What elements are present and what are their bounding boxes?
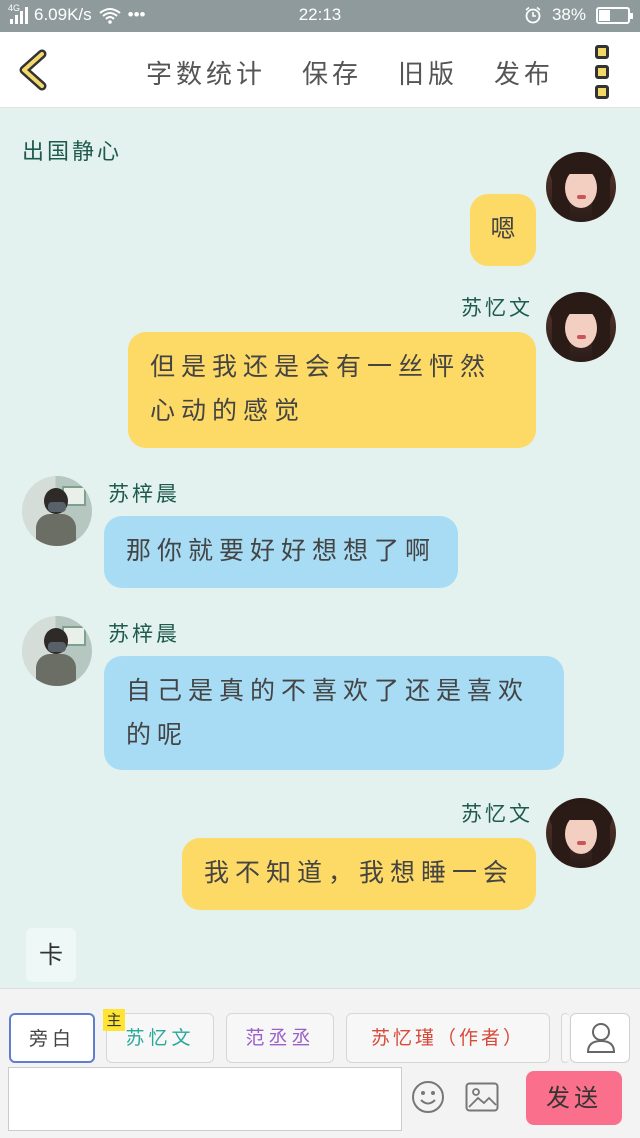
message-bubble: 那你就要好好想想了啊 — [104, 516, 458, 588]
status-bar: 4G 6.09K/s ••• 22:13 38% — [0, 0, 640, 32]
role-suyijin[interactable]: 苏忆瑾（作者） — [346, 1013, 550, 1063]
sender-name: 苏梓晨 — [108, 482, 180, 506]
role-fanchengcheng[interactable]: 范丞丞 — [226, 1013, 334, 1063]
emoji-icon[interactable] — [411, 1080, 445, 1114]
role-selector: 旁白 苏忆文 主 范丞丞 苏忆瑾（作者） — [0, 1009, 640, 1063]
chat-title: 出国静心 — [22, 140, 123, 165]
old-version-button[interactable]: 旧版 — [398, 54, 458, 91]
card-button[interactable]: 卡 — [26, 928, 76, 982]
message-bubble: 我不知道，我想睡一会 — [182, 838, 536, 910]
image-icon[interactable] — [465, 1082, 499, 1112]
message-bubble: 嗯 — [470, 194, 536, 266]
role-partial[interactable] — [561, 1013, 569, 1063]
compose-panel: 旁白 苏忆文 主 范丞丞 苏忆瑾（作者） 发送 — [0, 988, 640, 1138]
word-count-button[interactable]: 字数统计 — [146, 54, 266, 91]
message-input[interactable] — [8, 1067, 402, 1131]
avatar-suzichen[interactable] — [22, 476, 92, 546]
battery-icon — [596, 6, 633, 24]
avatar-suyiwen[interactable] — [546, 798, 616, 868]
sender-name: 苏梓晨 — [108, 622, 180, 646]
send-button[interactable]: 发送 — [526, 1071, 622, 1125]
main-role-badge: 主 — [103, 1009, 125, 1031]
sender-name: 苏忆文 — [461, 296, 533, 320]
editor-header: 字数统计 保存 旧版 发布 — [0, 32, 640, 108]
sender-name: 苏忆文 — [461, 802, 533, 826]
message-bubble: 自己是真的不喜欢了还是喜欢的呢 — [104, 656, 564, 770]
publish-button[interactable]: 发布 — [494, 54, 554, 91]
battery-percent: 38% — [551, 5, 586, 24]
avatar-suyiwen[interactable] — [546, 152, 616, 222]
back-arrow-icon[interactable] — [14, 48, 54, 92]
role-narrator[interactable]: 旁白 — [9, 1013, 95, 1063]
message-bubble: 但是我还是会有一丝怦然心动的感觉 — [128, 332, 536, 448]
save-button[interactable]: 保存 — [302, 54, 362, 91]
person-icon[interactable] — [570, 1013, 630, 1063]
more-menu-icon[interactable] — [595, 45, 613, 99]
alarm-icon — [525, 6, 541, 24]
avatar-suzichen[interactable] — [22, 616, 92, 686]
avatar-suyiwen[interactable] — [546, 292, 616, 362]
chat-area[interactable]: 出国静心 嗯 苏忆文 但是我还是会有一丝怦然心动的感觉 苏梓晨 那你就要好好想想… — [0, 108, 640, 988]
